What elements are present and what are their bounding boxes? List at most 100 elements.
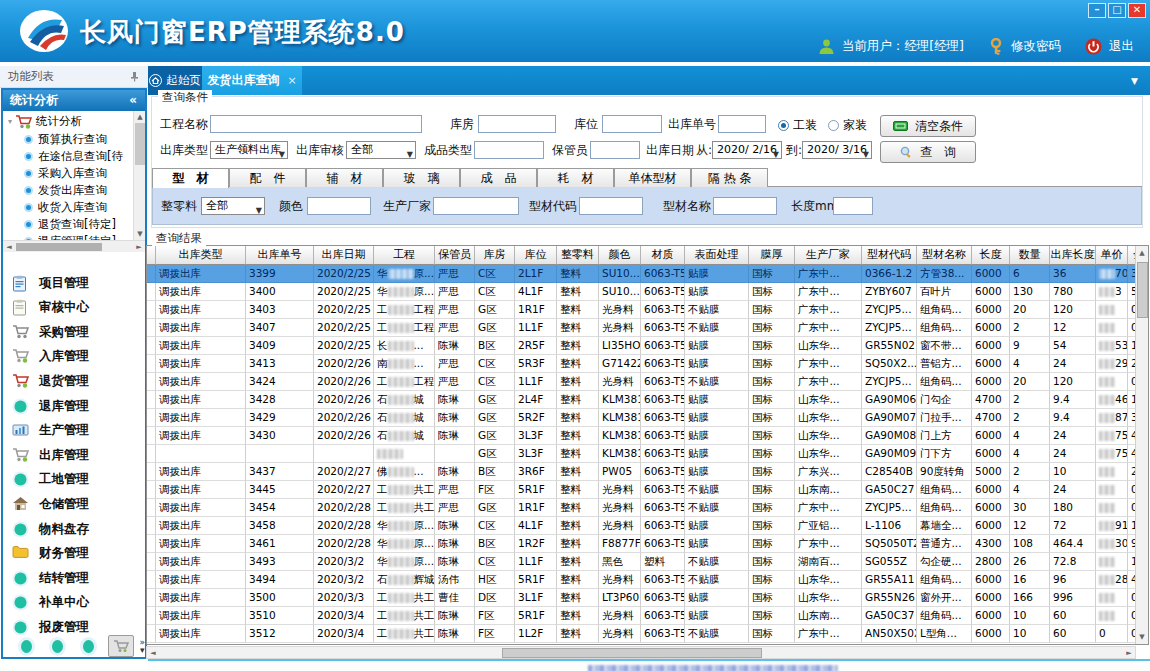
pin-icon[interactable] <box>129 71 140 82</box>
length-input[interactable] <box>833 197 873 215</box>
tab-close-icon[interactable]: × <box>287 74 296 87</box>
clear-button[interactable]: 清空条件 <box>880 115 976 137</box>
subtab-2[interactable]: 辅 材 <box>306 168 383 187</box>
subtab-3[interactable]: 玻 璃 <box>383 168 460 187</box>
subtab-0[interactable]: 型 材 <box>152 168 229 188</box>
col-header[interactable]: 颜色 <box>599 246 641 265</box>
sidebar-item-8[interactable]: 工地管理 <box>3 468 145 492</box>
tree-horizontal-scrollbar[interactable]: ◄► <box>3 240 145 252</box>
menu-dot-icon[interactable] <box>83 640 94 653</box>
col-header[interactable]: 长度 <box>972 246 1010 265</box>
table-row[interactable]: 调拨出库35102020/3/4工共工程陈琳F区5R1F整料光身料6063-T5… <box>147 607 1149 625</box>
color-input[interactable] <box>307 197 371 215</box>
tree-item[interactable]: 退货查询[待定] <box>24 216 116 233</box>
table-row[interactable]: 调拨出库34242020/2/26工工程严思C区1L1F整料光身料6063-T5… <box>147 373 1149 391</box>
keeper-input[interactable] <box>590 141 640 159</box>
sidebar-item-10[interactable]: 物料盘存 <box>3 517 145 541</box>
subtab-6[interactable]: 单体型材 <box>614 168 691 187</box>
col-header[interactable]: 型材代码 <box>862 246 917 265</box>
radio-gongzhuang[interactable]: 工装 <box>778 117 817 134</box>
sidebar-item-0[interactable]: 项目管理 <box>3 271 145 295</box>
date-to-select[interactable]: 2020/ 3/16▼ <box>802 141 872 159</box>
table-row[interactable]: G区3L3F整料KLM38176063-T5贴膜国标山东华...GA90M09.… <box>147 445 1149 463</box>
col-header[interactable] <box>147 246 156 265</box>
tree-item[interactable]: 采购入库查询 <box>24 165 107 182</box>
col-header[interactable]: 库房 <box>475 246 515 265</box>
sidebar-item-13[interactable]: 补单中心 <box>3 591 145 615</box>
sidebar-item-3[interactable]: 入库管理 <box>3 345 145 369</box>
maximize-button[interactable]: □ <box>1108 3 1126 18</box>
col-header[interactable]: 膜厚 <box>749 246 795 265</box>
sidebar-item-5[interactable]: 退库管理 <box>3 394 145 418</box>
sidebar-item-2[interactable]: 采购管理 <box>3 320 145 344</box>
table-row[interactable]: 调拨出库34092020/2/25长...陈琳B区2R5F整料LI35HO606… <box>147 337 1149 355</box>
logout-link[interactable]: 退出 <box>1109 38 1134 55</box>
warehouse-input[interactable] <box>478 115 556 133</box>
col-header[interactable]: 型材名称 <box>917 246 972 265</box>
table-row[interactable]: 调拨出库34302020/2/26石城陈琳G区3L3F整料KLM38176063… <box>147 427 1149 445</box>
grid-horizontal-scrollbar[interactable]: ◄ ► <box>146 646 1136 659</box>
menu-dot-icon[interactable] <box>21 640 32 653</box>
audit-select[interactable]: 全部▼ <box>346 141 416 159</box>
table-row[interactable]: 调拨出库34932020/3/2华原...陈琳C区1L1F整料黑色塑料不贴膜国标… <box>147 553 1149 571</box>
subtab-4[interactable]: 成 品 <box>460 168 537 187</box>
col-header[interactable]: 保管员 <box>435 246 475 265</box>
col-header[interactable]: 出库长度 <box>1050 246 1096 265</box>
menu-dot-icon[interactable] <box>52 640 63 653</box>
mfr-input[interactable] <box>433 197 519 215</box>
table-row[interactable]: 调拨出库33992020/2/25华原...严思C区2L1F整料SU10...6… <box>147 265 1149 283</box>
tab-shipping-query[interactable]: 发货出库查询 × <box>202 66 302 95</box>
minimize-button[interactable]: – <box>1088 3 1106 18</box>
table-row[interactable]: 调拨出库34132020/2/26南...严思C区5R3F整料G71422606… <box>147 355 1149 373</box>
table-row[interactable]: 调拨出库34372020/2/27佛...陈琳B区3R6F整料PW056063-… <box>147 463 1149 481</box>
table-row[interactable]: 调拨出库34612020/2/28华原...陈琳B区1R2F整料F8877FT6… <box>147 535 1149 553</box>
col-header[interactable]: 出库单号 <box>246 246 314 265</box>
sidebar-item-9[interactable]: 仓储管理 <box>3 492 145 516</box>
table-row[interactable]: 调拨出库34942020/3/2石辉城汤伟H区5R1F整料光身料6063-T5不… <box>147 571 1149 589</box>
table-row[interactable]: 调拨出库34292020/2/26石城陈琳G区5R2F整料KLM38176063… <box>147 409 1149 427</box>
tab-list-dropdown-icon[interactable]: ▼ <box>1131 76 1138 86</box>
search-button[interactable]: 查 询 <box>880 141 976 163</box>
table-row[interactable]: 调拨出库34002020/2/25华原...严思C区4L1F整料SU10...6… <box>147 283 1149 301</box>
zhengling-select[interactable]: 全部▼ <box>201 197 265 215</box>
sidebar-item-11[interactable]: 财务管理 <box>3 542 145 566</box>
subtab-7[interactable]: 隔 热 条 <box>691 168 768 187</box>
sidebar-item-4[interactable]: 退货管理 <box>3 369 145 393</box>
grid-vertical-scrollbar[interactable]: ▲ ▼ <box>1135 246 1148 644</box>
tree-item[interactable]: 发货出库查询 <box>24 182 107 199</box>
subtab-1[interactable]: 配 件 <box>229 168 306 187</box>
close-button[interactable]: ✕ <box>1128 3 1146 18</box>
table-row[interactable]: 调拨出库34032020/2/25工工程严思G区1R1F整料光身料6063-T5… <box>147 301 1149 319</box>
product-type-input[interactable] <box>474 141 544 159</box>
table-row[interactable]: 调拨出库35122020/3/4工共工程陈琳F区1L2F整料光身料6063-T5… <box>147 625 1149 643</box>
col-header[interactable]: 库位 <box>515 246 557 265</box>
col-header[interactable]: 出库类型 <box>156 246 246 265</box>
name-input[interactable] <box>713 197 777 215</box>
order-no-input[interactable] <box>718 115 766 133</box>
outbound-type-select[interactable]: 生产领料出库▼ <box>210 141 288 159</box>
subtab-5[interactable]: 耗 材 <box>537 168 614 187</box>
col-header[interactable]: 数量 <box>1010 246 1050 265</box>
sidebar-item-7[interactable]: 出库管理 <box>3 443 145 467</box>
more-button[interactable]: »▾ <box>139 638 145 654</box>
cart-toolbar-button[interactable] <box>108 635 134 657</box>
sidebar-section-header[interactable]: 统计分析 « <box>3 90 145 111</box>
col-header[interactable]: 单价 <box>1096 246 1128 265</box>
table-row[interactable]: 调拨出库34452020/2/27工共工程严思F区5R1F整料光身料6063-T… <box>147 481 1149 499</box>
table-row[interactable]: 调拨出库34582020/2/28华原...陈琳C区4L1F整料光身料6063-… <box>147 517 1149 535</box>
col-header[interactable]: 材质 <box>641 246 685 265</box>
project-name-input[interactable] <box>210 115 422 133</box>
table-row[interactable]: 调拨出库34542020/2/28工共工程严思G区1R1F整料光身料6063-T… <box>147 499 1149 517</box>
change-password-link[interactable]: 修改密码 <box>1011 38 1061 55</box>
col-header[interactable]: 整零料 <box>557 246 599 265</box>
code-input[interactable] <box>579 197 643 215</box>
collapse-icon[interactable]: « <box>129 90 137 111</box>
table-row[interactable]: 调拨出库35002020/3/3工共工程曹佳D区3L1F整料LT3P606063… <box>147 589 1149 607</box>
date-from-select[interactable]: 2020/ 2/16▼ <box>712 141 782 159</box>
table-row[interactable]: 调拨出库34282020/2/26石城陈琳G区2L4F整料KLM38176063… <box>147 391 1149 409</box>
col-header[interactable]: 工程 <box>374 246 435 265</box>
sidebar-item-6[interactable]: 生产管理 <box>3 419 145 443</box>
sidebar-item-1[interactable]: 审核中心 <box>3 296 145 320</box>
table-row[interactable]: 调拨出库34072020/2/25工工程严思G区1L1F整料光身料6063-T5… <box>147 319 1149 337</box>
radio-jiazhuang[interactable]: 家装 <box>828 117 867 134</box>
